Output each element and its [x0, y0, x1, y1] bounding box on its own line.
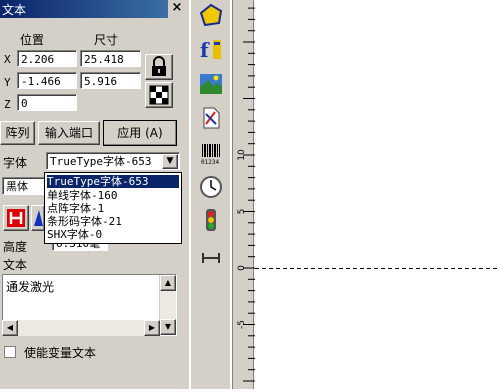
font-param-button[interactable]: [3, 205, 29, 231]
font-type-select[interactable]: TrueType字体-653: [46, 152, 180, 170]
text-content: 通发激光: [6, 280, 55, 294]
vector-file-icon[interactable]: [199, 106, 223, 130]
ruler-label: 0: [237, 265, 247, 271]
scroll-down-button[interactable]: ▼: [160, 319, 176, 335]
font-option-single-line[interactable]: 单线字体-160: [47, 189, 179, 202]
ruler-ticks: 10 5 0 -5: [237, 7, 255, 382]
font-label: 字体: [3, 156, 28, 170]
io-light-icon[interactable]: [199, 208, 223, 232]
ruler-label: 10: [237, 149, 247, 161]
x-axis-label: X: [4, 53, 11, 66]
position-label: 位置: [20, 33, 45, 47]
font-option-truetype[interactable]: TrueType字体-653: [47, 175, 179, 188]
barcode-digits: 01234: [201, 159, 219, 166]
anchor-point-button[interactable]: [145, 82, 173, 108]
height-field[interactable]: 5.916: [80, 72, 141, 89]
close-button[interactable]: ×: [170, 0, 184, 16]
lock-icon: [152, 56, 166, 76]
y-position-field[interactable]: -1.466: [17, 72, 77, 89]
ruler-label: 5: [237, 209, 247, 215]
font-option-barcode[interactable]: 条形码字体-21: [47, 215, 179, 228]
canvas-svg: [255, 268, 500, 269]
input-port-button[interactable]: 输入端口: [38, 121, 100, 145]
z-axis-label: Z: [4, 98, 11, 111]
font-type-value: TrueType字体-653: [50, 155, 152, 168]
tool-icon[interactable]: [199, 245, 223, 269]
x-position-field[interactable]: 2.206: [17, 50, 77, 67]
scroll-right-button[interactable]: ▶: [144, 320, 160, 336]
ruler-label: -5: [237, 320, 247, 329]
drawing-canvas[interactable]: [255, 0, 500, 389]
polygon-icon[interactable]: [199, 3, 223, 27]
font-option-shx[interactable]: SHX字体-0: [47, 228, 179, 241]
drawing-toolbar: f 01234: [190, 0, 230, 389]
bitmap-icon[interactable]: [199, 72, 223, 96]
text-label: 文本: [3, 256, 28, 273]
array-button[interactable]: 阵列: [0, 121, 35, 145]
font-name-select[interactable]: 黑体: [2, 177, 46, 195]
width-field[interactable]: 25.418: [80, 50, 141, 67]
scroll-up-button[interactable]: ▲: [160, 275, 176, 291]
delay-icon[interactable]: [199, 175, 223, 199]
variable-text-checkbox[interactable]: [4, 346, 16, 358]
apply-button[interactable]: 应用 (A): [103, 120, 177, 146]
height-label: 高度: [3, 240, 28, 254]
text-icon[interactable]: f: [199, 37, 223, 61]
font-h-icon: [7, 209, 25, 227]
font-a-icon: [34, 210, 43, 226]
horizontal-scrollbar[interactable]: ◀ ▶: [2, 320, 160, 336]
text-scrollbar[interactable]: ▲ ▼: [159, 275, 176, 335]
z-position-field[interactable]: 0: [17, 94, 77, 111]
svg-text:f: f: [200, 38, 210, 61]
size-label: 尺寸: [94, 33, 119, 47]
panel-title: 文本: [2, 3, 27, 17]
y-axis-label: Y: [4, 76, 11, 89]
anchor-grid-icon: [149, 85, 169, 105]
font-type-dropdown-list: TrueType字体-653 单线字体-160 点阵字体-1 条形码字体-21 …: [44, 172, 182, 244]
variable-text-label: 使能变量文本: [24, 346, 97, 360]
vertical-ruler: 10 5 0 -5: [232, 0, 255, 389]
font-option-dot-matrix[interactable]: 点阵字体-1: [47, 202, 179, 215]
barcode-icon[interactable]: 01234: [199, 142, 223, 166]
font-style-button[interactable]: [31, 205, 45, 231]
scroll-left-button[interactable]: ◀: [2, 320, 18, 336]
panel-titlebar: 文本: [0, 0, 168, 18]
font-type-dropdown-arrow[interactable]: ▼: [162, 154, 178, 169]
lock-ratio-button[interactable]: [145, 54, 173, 80]
